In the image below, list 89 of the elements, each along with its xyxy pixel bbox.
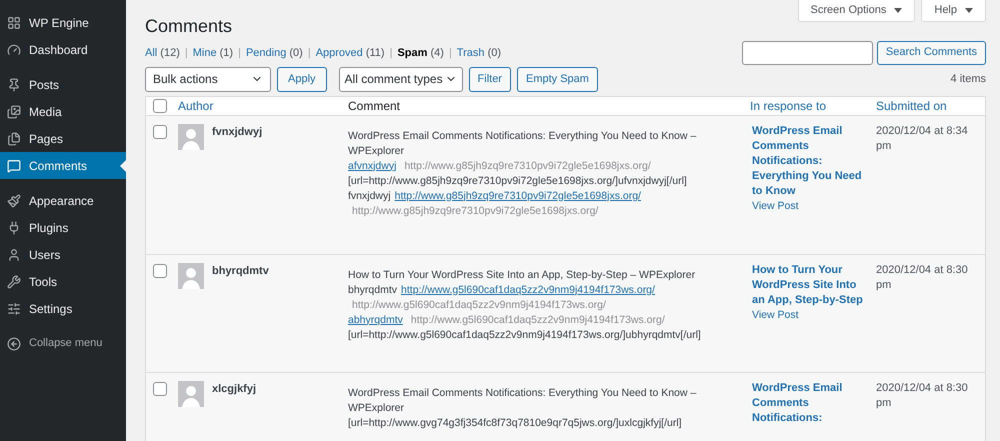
post-link[interactable]: How to Turn Your WordPress Site Into an App, Step-by-Step (752, 262, 866, 308)
sidebar-item[interactable]: Plugins (0, 214, 126, 241)
comment-link[interactable]: http://www.g85jh9zq9re7310pv9i72gle5e1698jxs.org/ (394, 188, 641, 204)
separator: | (238, 46, 241, 61)
comment-text: [url=http://www.g85jh9zq9re7310pv9i72gle5e1698jxs.org/]ufvnxjdwyj[/url] (348, 174, 687, 188)
comment-text: fvnxjdwyj (348, 188, 391, 204)
help-tab[interactable]: Help (921, 0, 986, 22)
post-link[interactable]: WordPress Email Comments Notifications: Everything You Need to Know (752, 124, 866, 198)
view-post-link[interactable]: View Post (752, 308, 798, 322)
sidebar-item[interactable]: Tools (0, 268, 126, 295)
separator: | (184, 46, 188, 61)
view-post-link[interactable]: View Post (752, 198, 798, 214)
submitted-date: 2020/12/04 at 8:30 pm (876, 380, 969, 410)
url-text: http://www.g85jh9zq9re7310pv9i72gle5e1698jxs.org/ (352, 204, 598, 218)
caret-icon (894, 8, 902, 13)
comment-link[interactable]: afvnxjdwyj (348, 158, 396, 174)
wrench-icon (7, 274, 21, 288)
collapse-menu[interactable]: Collapse menu (0, 330, 126, 357)
bulk-actions-select[interactable]: Bulk actions (145, 66, 271, 92)
sidebar-item[interactable]: Appearance (0, 187, 126, 214)
url-text: http://www.g85jh9zq9re7310pv9i72gle5e1698jxs.org/ (404, 158, 651, 174)
url-text: http://www.g5l690caf1daq5zz2v9nm9j4194f173ws.org/ (410, 312, 665, 328)
page-title: Comments (145, 15, 232, 38)
grid-icon (7, 16, 21, 30)
comment-link[interactable]: http://www.g5l690caf1daq5zz2v9nm9j4194f173ws.org/ (401, 282, 655, 298)
filter-link[interactable]: Trash (0) (456, 45, 502, 62)
filter-link[interactable]: Spam (4) (397, 45, 444, 62)
submitted-date: 2020/12/04 at 8:30 pm (876, 262, 969, 292)
author-name: bhyrqdmtv (212, 264, 269, 278)
apply-button[interactable]: Apply (277, 66, 327, 92)
avatar-icon (178, 124, 204, 150)
comment-text: [url=http://www.gvg74g3fj354fc8f73q7810e9qr7q5jws.org/]uxlcgjkfyj[/url] (348, 416, 682, 430)
search-button[interactable]: Search Comments (876, 40, 986, 64)
comment-text: WPExplorer (348, 144, 404, 158)
filter-link[interactable]: All (12) (145, 45, 180, 62)
sidebar-item[interactable]: Posts (0, 71, 126, 98)
pin-icon (7, 78, 21, 92)
checkbox[interactable] (153, 382, 167, 396)
column-header: Comment (348, 98, 400, 112)
items-count: 4 items (950, 72, 986, 87)
avatar-icon (178, 380, 204, 406)
comment-text: bhyrqdmtv (348, 282, 398, 298)
comment-text: WPExplorer (348, 400, 404, 416)
column-header[interactable]: Submitted on (876, 98, 947, 112)
sidebar-item[interactable]: Media (0, 98, 126, 125)
screen-options-tab[interactable]: Screen Options (798, 0, 916, 22)
sidebar-item[interactable]: Settings (0, 295, 126, 322)
sidebar-item[interactable]: Comments (0, 152, 126, 179)
plug-icon (7, 220, 21, 234)
sidebar-item[interactable]: Dashboard (0, 36, 126, 63)
sidebar-item[interactable]: Users (0, 241, 126, 268)
search-field[interactable] (742, 40, 873, 64)
separator: | (390, 46, 392, 61)
speech-bubble-icon (7, 158, 21, 172)
checkbox[interactable] (153, 98, 167, 112)
checkbox[interactable] (153, 124, 167, 138)
filter-button[interactable]: Filter (468, 66, 511, 92)
separator: | (308, 46, 311, 61)
url-text: http://www.g5l690caf1daq5zz2v9nm9j4194f173ws.org/ (352, 298, 606, 312)
author-name: fvnxjdwyj (212, 124, 262, 140)
column-header[interactable]: In response to (750, 98, 826, 112)
images-icon (7, 104, 21, 118)
avatar-icon (178, 262, 204, 288)
comment-text: [url=http://www.g5l690caf1daq5zz2v9nm9j4194f173ws.org/]ubhyrqdmtv[/url] (348, 328, 701, 342)
collapse-icon (7, 336, 21, 350)
sidebar-item[interactable]: Pages (0, 125, 126, 152)
empty-spam-button[interactable]: Empty Spam (516, 66, 598, 92)
author-name: xlcgjkfyj (212, 382, 256, 396)
sliders-icon (7, 302, 21, 316)
column-header[interactable]: Author (178, 98, 214, 112)
post-link[interactable]: WordPress Email Comments Notifications: (752, 380, 866, 426)
filter-link[interactable]: Pending (0) (246, 45, 303, 62)
person-icon (7, 248, 21, 262)
submitted-date: 2020/12/04 at 8:34 pm (876, 124, 969, 154)
gauge-icon (7, 42, 21, 56)
comment-text: WordPress Email Comments Notifications: Everything You Need to Know – (348, 386, 696, 400)
comment-text: How to Turn Your WordPress Site Into an App, Step-by-Step – WPExplorer (348, 268, 696, 282)
comment-types-select[interactable]: All comment types (338, 66, 463, 92)
comment-text: WordPress Email Comments Notifications: Everything You Need to Know – (348, 128, 696, 144)
sidebar-item[interactable]: WP Engine (0, 9, 126, 36)
pages-icon (7, 132, 21, 146)
filter-link[interactable]: Mine (1) (192, 45, 234, 62)
paintbrush-icon (7, 194, 21, 208)
filter-link[interactable]: Approved (11) (316, 45, 385, 62)
current-pointer-icon (120, 160, 126, 172)
separator: | (448, 46, 452, 61)
comment-link[interactable]: abhyrqdmtv (348, 312, 403, 328)
caret-icon (965, 8, 973, 13)
checkbox[interactable] (153, 264, 167, 278)
